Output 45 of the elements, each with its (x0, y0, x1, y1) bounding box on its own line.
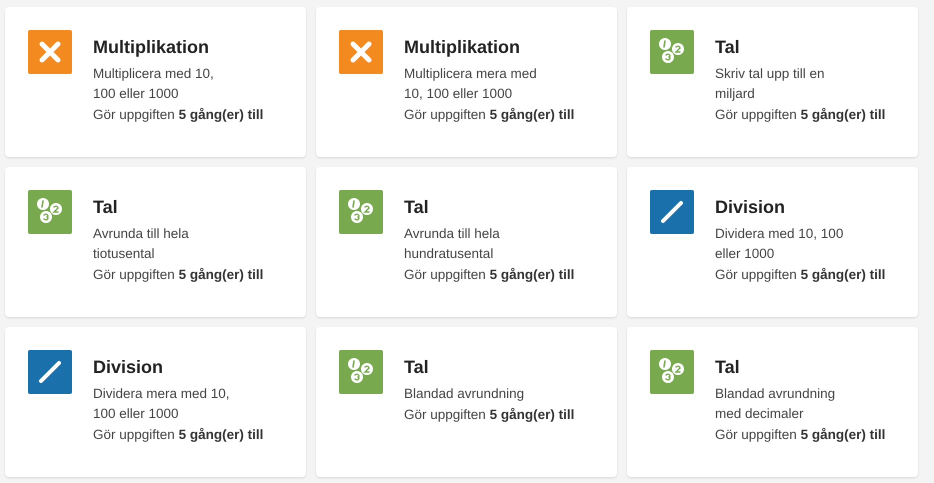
progress-text: Gör uppgiften 5 gång(er) till (404, 106, 574, 124)
card-description: Dividera mera med 10, 100 eller 1000 (93, 385, 231, 423)
card-title: Tal (404, 196, 430, 218)
card-title: Tal (715, 36, 741, 58)
numbered-balls-icon (339, 190, 383, 234)
card-title: Multiplikation (404, 36, 521, 58)
exercise-card[interactable]: Tal Blandad avrundning med decimaler Gör uppgiften 5 gång(er) till (627, 327, 918, 477)
exercise-card[interactable]: Tal Avrunda till hela tiotusental Gör uppgiften 5 gång(er) till (5, 167, 306, 317)
progress-text: Gör uppgiften 5 gång(er) till (404, 406, 574, 424)
progress-text: Gör uppgiften 5 gång(er) till (404, 266, 574, 284)
progress-text: Gör uppgiften 5 gång(er) till (93, 426, 264, 444)
exercise-card[interactable]: Division Dividera med 10, 100 eller 1000 Gör uppgiften 5 gång(er) till (627, 167, 918, 317)
card-description: Multiplicera mera med 10, 100 eller 1000 (404, 65, 538, 103)
exercise-card[interactable]: Tal Blandad avrundning Gör uppgiften 5 gång(er) till (316, 327, 617, 477)
slash-icon (28, 350, 72, 394)
numbered-balls-icon (339, 350, 383, 394)
card-title: Multiplikation (93, 36, 210, 58)
numbered-balls-icon (650, 30, 694, 74)
card-description: Multiplicera med 10, 100 eller 1000 (93, 65, 215, 103)
card-description: Avrunda till hela hundratusental (404, 225, 501, 263)
progress-text: Gör uppgiften 5 gång(er) till (715, 106, 886, 124)
card-description: Blandad avrundning med decimaler (715, 385, 836, 423)
exercise-card[interactable]: Multiplikation Multiplicera mera med 10, 100 eller 1000 Gör uppgiften 5 gång(er) till (316, 7, 617, 157)
progress-text: Gör uppgiften 5 gång(er) till (715, 266, 886, 284)
progress-text: Gör uppgiften 5 gång(er) till (715, 426, 886, 444)
progress-text: Gör uppgiften 5 gång(er) till (93, 106, 264, 124)
progress-text: Gör uppgiften 5 gång(er) till (93, 266, 264, 284)
card-description: Avrunda till hela tiotusental (93, 225, 190, 263)
slash-icon (650, 190, 694, 234)
exercise-card[interactable]: Tal Skriv tal upp till en miljard Gör uppgiften 5 gång(er) till (627, 7, 918, 157)
exercise-card[interactable]: Division Dividera mera med 10, 100 eller 1000 Gör uppgiften 5 gång(er) till (5, 327, 306, 477)
card-title: Tal (93, 196, 119, 218)
card-description: Skriv tal upp till en miljard (715, 65, 826, 103)
exercise-card[interactable]: Multiplikation Multiplicera med 10, 100 eller 1000 Gör uppgiften 5 gång(er) till (5, 7, 306, 157)
card-description: Blandad avrundning (404, 385, 526, 403)
card-title: Division (715, 196, 786, 218)
card-title: Tal (715, 356, 741, 378)
card-title: Division (93, 356, 164, 378)
multiply-icon (28, 30, 72, 74)
exercise-card[interactable]: Tal Avrunda till hela hundratusental Gör uppgiften 5 gång(er) till (316, 167, 617, 317)
numbered-balls-icon (28, 190, 72, 234)
multiply-icon (339, 30, 383, 74)
card-title: Tal (404, 356, 430, 378)
numbered-balls-icon (650, 350, 694, 394)
card-description: Dividera med 10, 100 eller 1000 (715, 225, 844, 263)
